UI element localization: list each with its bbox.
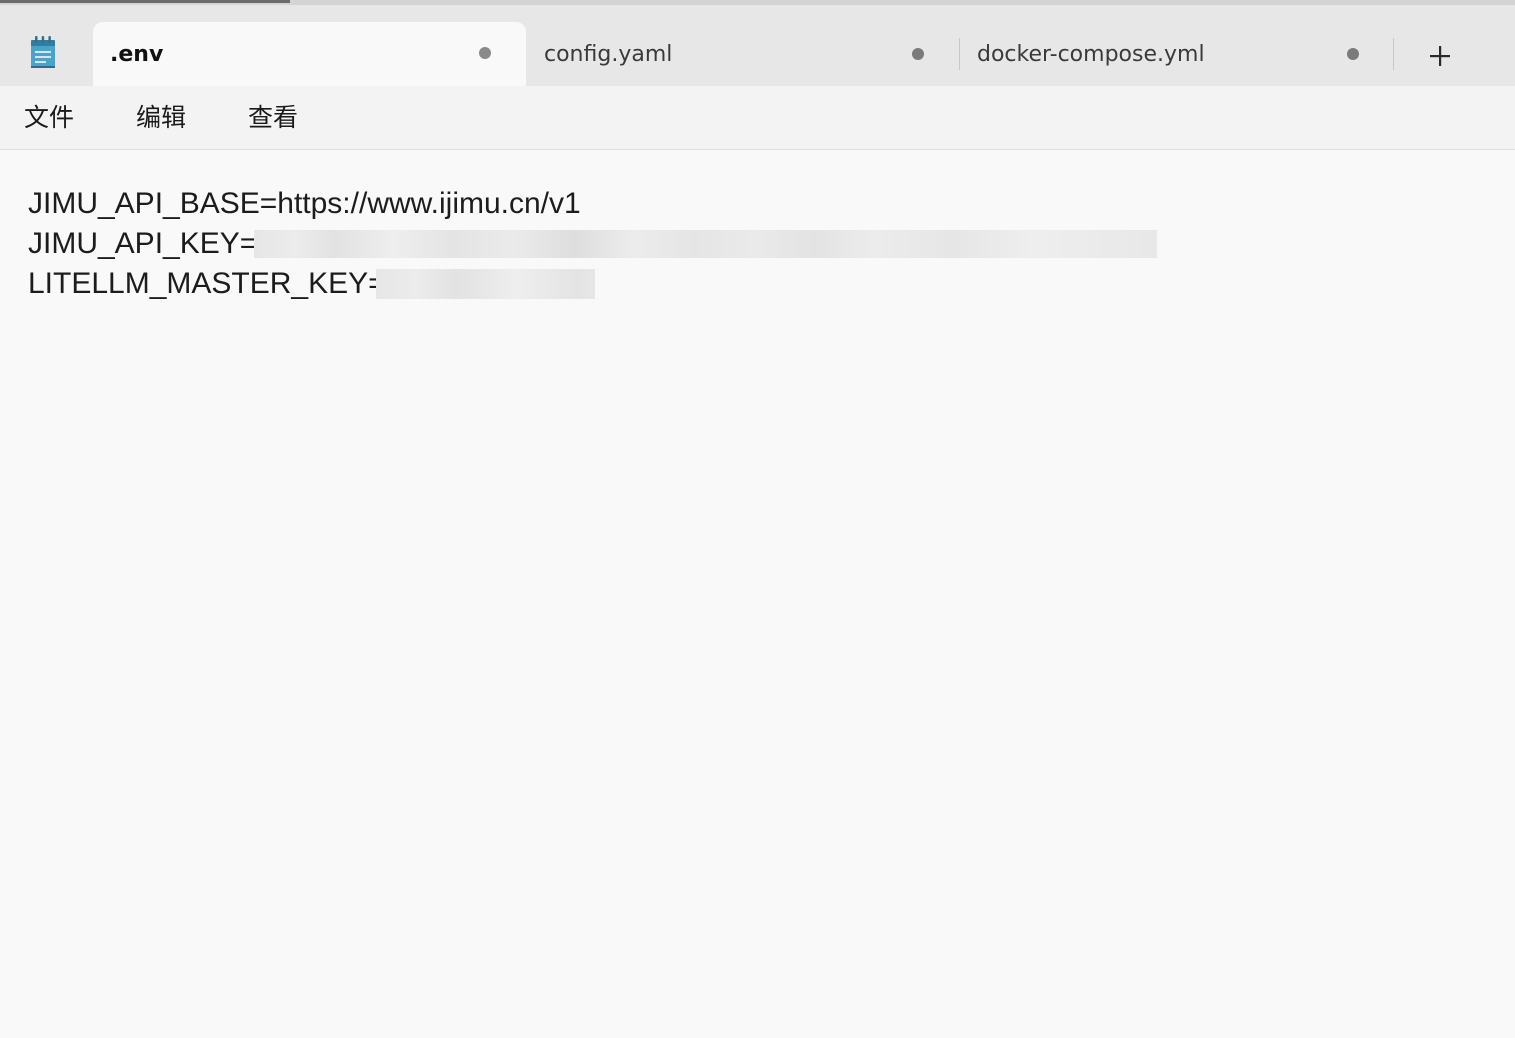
editor-line: JIMU_API_KEY= <box>28 227 258 260</box>
tab-label: .env <box>110 42 164 67</box>
menu-view[interactable]: 查看 <box>248 102 298 134</box>
unsaved-dot-icon[interactable] <box>479 47 491 59</box>
redacted-master-key <box>376 269 595 299</box>
window-top-highlight <box>0 0 290 3</box>
notepad-window: .env config.yaml docker-compose.yml 文件 编… <box>0 0 1515 1038</box>
tab-config-yaml[interactable]: config.yaml <box>527 22 960 86</box>
plus-icon <box>1430 46 1450 66</box>
new-tab-button[interactable] <box>1420 38 1460 74</box>
redacted-api-key <box>254 230 1157 258</box>
window-top-strip <box>0 0 1515 5</box>
notepad-icon <box>30 35 56 69</box>
unsaved-dot-icon[interactable] <box>1347 48 1359 60</box>
editor-line: LITELLM_MASTER_KEY= <box>28 267 386 300</box>
editor-line: JIMU_API_BASE=https://www.ijimu.cn/v1 <box>28 187 581 220</box>
unsaved-dot-icon[interactable] <box>912 48 924 60</box>
text-editor[interactable]: JIMU_API_BASE=https://www.ijimu.cn/v1 JI… <box>0 150 1515 1038</box>
tab-label: docker-compose.yml <box>977 42 1205 67</box>
tab-docker-compose[interactable]: docker-compose.yml <box>960 22 1393 86</box>
tab-label: config.yaml <box>544 42 673 67</box>
menu-bar: 文件 编辑 查看 <box>0 86 1515 150</box>
tab-env[interactable]: .env <box>93 22 526 86</box>
tab-divider <box>1393 38 1394 70</box>
tab-bar: .env config.yaml docker-compose.yml <box>0 0 1515 86</box>
menu-edit[interactable]: 编辑 <box>136 102 186 134</box>
menu-file[interactable]: 文件 <box>24 102 74 134</box>
